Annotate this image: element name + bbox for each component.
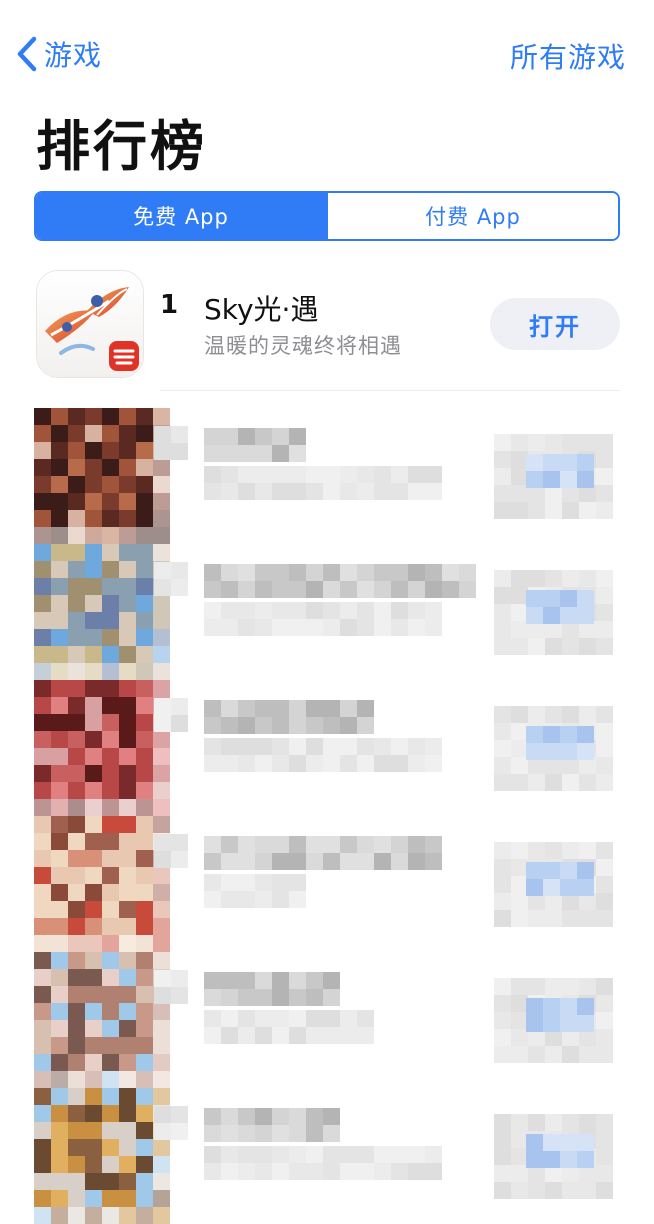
blurred-app-subtitle bbox=[204, 738, 442, 772]
blurred-app-name[interactable] bbox=[204, 428, 306, 462]
blurred-app-subtitle bbox=[204, 466, 442, 500]
blurred-rank bbox=[154, 698, 188, 732]
list-item[interactable] bbox=[0, 1088, 654, 1224]
blurred-action-label bbox=[526, 998, 594, 1032]
page-title: 排行榜 bbox=[36, 115, 207, 178]
blurred-app-icon[interactable] bbox=[34, 408, 170, 544]
blurred-app-subtitle bbox=[204, 1146, 442, 1180]
list-item[interactable] bbox=[0, 680, 654, 816]
navigation-bar: 游戏 所有游戏 bbox=[0, 28, 654, 80]
back-label: 游戏 bbox=[44, 39, 103, 72]
blurred-app-icon[interactable] bbox=[34, 952, 170, 1088]
blurred-app-subtitle bbox=[204, 1010, 374, 1044]
open-button[interactable]: 打开 bbox=[490, 298, 620, 350]
tab-free-apps[interactable]: 免费 App bbox=[36, 193, 326, 239]
blurred-action-label bbox=[526, 726, 594, 760]
all-games-link[interactable]: 所有游戏 bbox=[510, 36, 626, 76]
blurred-action-label bbox=[526, 862, 594, 896]
blurred-action-label bbox=[526, 1134, 594, 1168]
back-button[interactable]: 游戏 bbox=[14, 34, 102, 74]
app-subtitle: 温暖的灵魂终将相遇 bbox=[204, 334, 402, 358]
list-item[interactable] bbox=[0, 408, 654, 544]
divider bbox=[160, 390, 620, 391]
blurred-app-subtitle bbox=[204, 874, 306, 908]
blurred-rank bbox=[154, 426, 188, 460]
list-item[interactable]: 1 Sky光·遇 温暖的灵魂终将相遇 打开 bbox=[0, 262, 654, 392]
blurred-app-name[interactable] bbox=[204, 836, 442, 870]
rank-number: 1 bbox=[160, 290, 179, 320]
blurred-app-name[interactable] bbox=[204, 972, 340, 1006]
segmented-control: 免费 App 付费 App bbox=[34, 191, 620, 241]
list-item[interactable] bbox=[0, 544, 654, 680]
blurred-action-label bbox=[526, 590, 594, 624]
blurred-app-icon[interactable] bbox=[34, 816, 170, 952]
blurred-app-icon[interactable] bbox=[34, 544, 170, 680]
blurred-rank bbox=[154, 970, 188, 1004]
chevron-left-icon bbox=[17, 36, 37, 72]
blurred-action-label bbox=[526, 454, 594, 488]
blurred-app-icon[interactable] bbox=[34, 680, 170, 816]
blurred-rank bbox=[154, 562, 188, 596]
blurred-rank bbox=[154, 834, 188, 868]
blurred-app-icon[interactable] bbox=[34, 1088, 170, 1224]
blurred-rank bbox=[154, 1106, 188, 1140]
blurred-app-subtitle bbox=[204, 602, 442, 636]
list-item[interactable] bbox=[0, 952, 654, 1088]
blurred-app-name[interactable] bbox=[204, 700, 374, 734]
blurred-app-name[interactable] bbox=[204, 564, 476, 598]
list-item[interactable] bbox=[0, 816, 654, 952]
app-name[interactable]: Sky光·遇 bbox=[204, 288, 318, 328]
tab-paid-apps[interactable]: 付费 App bbox=[326, 193, 618, 239]
blurred-app-name[interactable] bbox=[204, 1108, 340, 1142]
sky-app-icon[interactable] bbox=[36, 270, 144, 378]
